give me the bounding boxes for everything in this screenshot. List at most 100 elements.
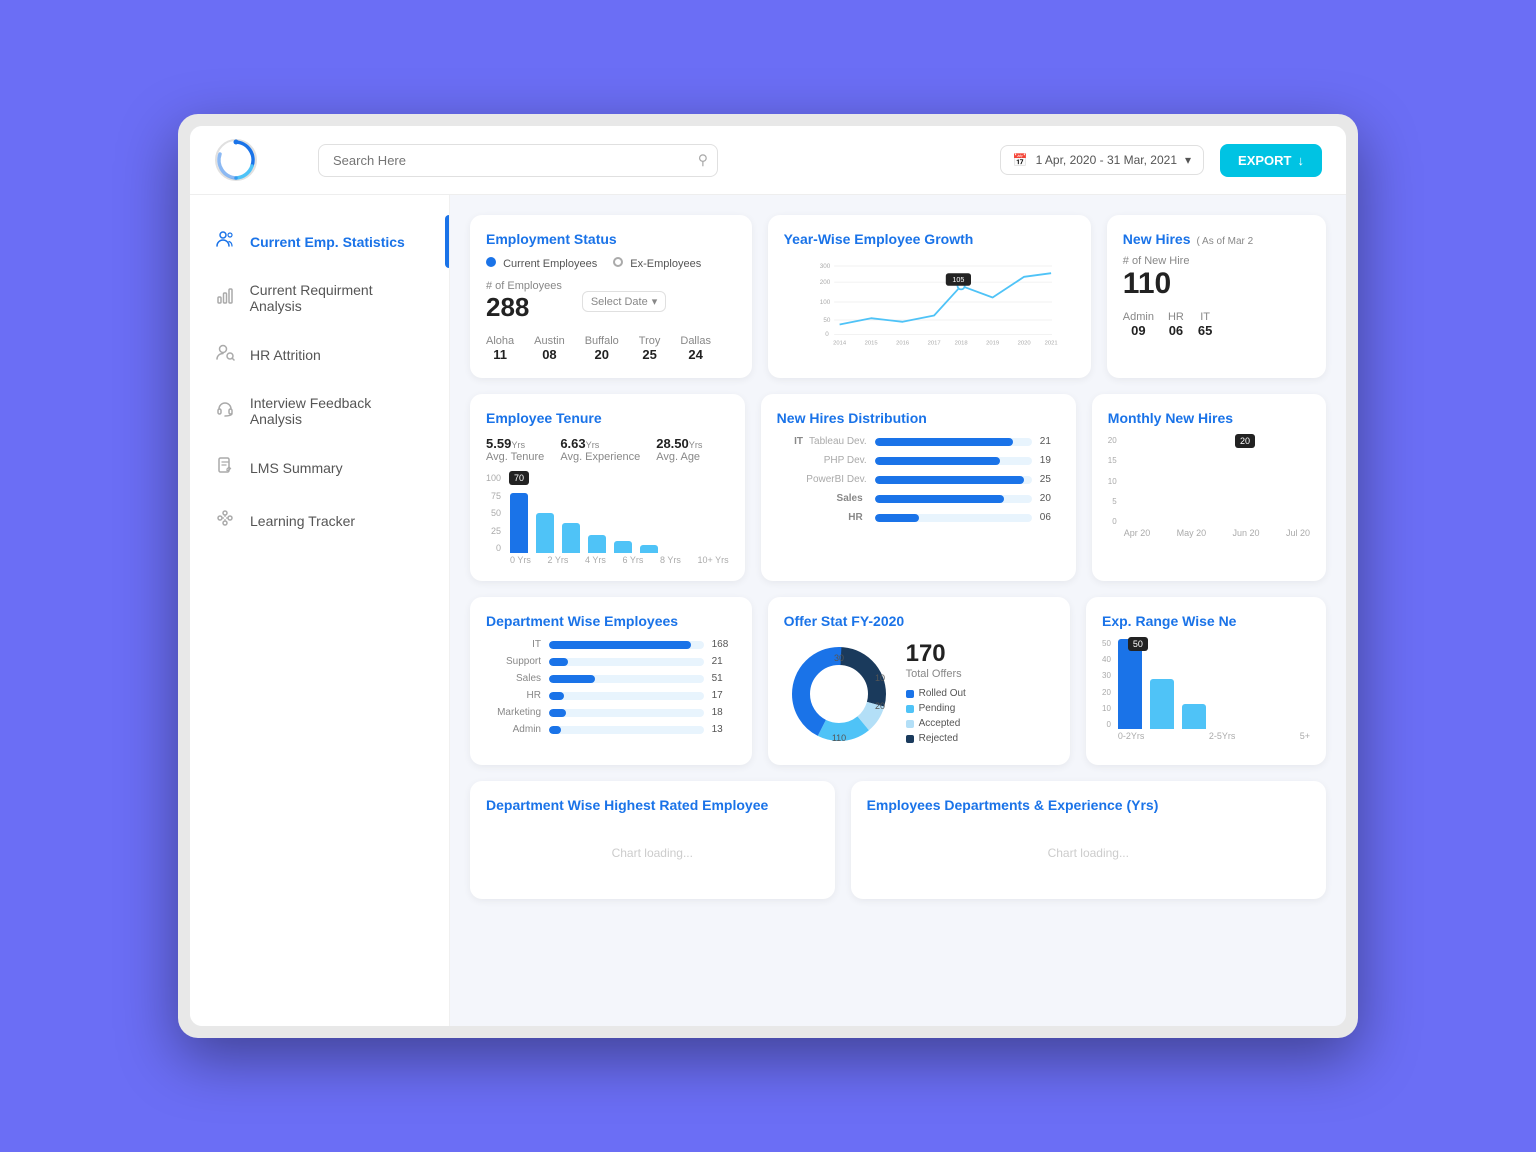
document-edit-icon (214, 455, 236, 480)
tenure-bar-col: 70 (510, 493, 528, 553)
tenure-bar (588, 535, 606, 553)
city-row: Aloha 11 Austin 08 Buffalo 20 (486, 335, 736, 362)
exp-range-card: Exp. Range Wise Ne 50403020100 50 (1086, 597, 1326, 765)
total-offers-label: Total Offers (906, 668, 966, 680)
device-frame: ⚲ 📅 1 Apr, 2020 - 31 Mar, 2021 ▾ EXPORT … (178, 114, 1358, 1038)
exp-y-axis: 50403020100 (1102, 639, 1114, 729)
svg-text:110: 110 (831, 733, 845, 743)
current-employees-legend: Current Employees (486, 257, 597, 270)
new-hires-as-of: ( As of Mar 2 (1197, 236, 1254, 247)
bar-chart-wrap: 70 0 Yrs2 Yrs4 Yrs6 Yrs8 Yrs10+ Yrs (510, 473, 729, 565)
tenure-avg: 5.59Yrs Avg. Tenure (486, 436, 544, 463)
dept-admin: Admin 09 (1123, 311, 1154, 338)
tracker-icon (214, 508, 236, 533)
donut-wrap: 30 10 20 110 170 Total Offers (784, 639, 1054, 749)
growth-chart: 300 200 100 50 0 (784, 257, 1075, 347)
exp-tooltip: 50 (1128, 637, 1148, 651)
chart-bar-icon (214, 286, 236, 311)
svg-text:30: 30 (834, 653, 844, 663)
dist-val: 25 (1040, 474, 1060, 485)
monthly-x-axis: Apr 20May 20Jun 20Jul 20 (1124, 528, 1310, 538)
horiz-fill (549, 692, 564, 700)
svg-text:2017: 2017 (927, 340, 940, 346)
svg-text:2015: 2015 (864, 340, 877, 346)
dist-bar-row: PHP Dev.19 (777, 455, 1060, 466)
new-hires-card: New Hires ( As of Mar 2 # of New Hire 11… (1107, 215, 1326, 378)
new-hires-title: New Hires (1123, 231, 1191, 247)
horiz-val: 13 (712, 724, 736, 735)
employee-count-label: # of Employees (486, 280, 562, 292)
sidebar-item-lms-summary[interactable]: LMS Summary (190, 441, 449, 494)
legend-rolled: Rolled Out (906, 688, 966, 699)
emp-dept-card: Employees Departments & Experience (Yrs)… (851, 781, 1326, 899)
svg-text:50: 50 (823, 317, 831, 324)
exp-bar-2 (1150, 679, 1174, 729)
dist-bar-row: HR06 (777, 512, 1060, 523)
y-axis: 1007550250 (486, 473, 504, 553)
exp-bar-3 (1182, 704, 1206, 729)
horiz-label: IT (486, 639, 541, 650)
horiz-label: Admin (486, 724, 541, 735)
horiz-track (549, 675, 704, 683)
svg-text:10: 10 (875, 673, 885, 683)
exp-bar-col-1 (1118, 639, 1142, 729)
city-buffalo: Buffalo 20 (585, 335, 619, 362)
legend-row: Current Employees Ex-Employees (486, 257, 736, 270)
dropdown-arrow: ▾ (652, 295, 658, 308)
sidebar-item-label: LMS Summary (250, 460, 343, 476)
search-icon: ⚲ (698, 152, 708, 169)
monthly-bars-wrap: 20 Apr 20May 20Jun 20Jul 20 (1124, 436, 1310, 538)
svg-text:0: 0 (825, 331, 829, 338)
dept-rated-card: Department Wise Highest Rated Employee C… (470, 781, 835, 899)
date-picker[interactable]: 📅 1 Apr, 2020 - 31 Mar, 2021 ▾ (1000, 145, 1204, 175)
new-hires-dept-grid: Admin 09 HR 06 IT 65 (1123, 311, 1310, 338)
sidebar-item-label: Interview Feedback Analysis (250, 395, 425, 427)
dist-bar-list: ITTableau Dev.21PHP Dev.19PowerBI Dev.25… (777, 436, 1060, 523)
sidebar-item-current-req[interactable]: Current Requirment Analysis (190, 268, 449, 328)
screen: ⚲ 📅 1 Apr, 2020 - 31 Mar, 2021 ▾ EXPORT … (190, 126, 1346, 1026)
monthly-y-axis: 20151050 (1108, 436, 1120, 526)
dept-hr: HR 06 (1168, 311, 1184, 338)
offer-title: Offer Stat FY-2020 (784, 613, 1054, 629)
year-growth-card: Year-Wise Employee Growth 300 200 100 50… (768, 215, 1091, 378)
monthly-bars-chart: 20 (1124, 436, 1310, 526)
dept-rated-title: Department Wise Highest Rated Employee (486, 797, 819, 813)
chevron-down-icon: ▾ (1185, 153, 1191, 167)
employment-status-card: Employment Status Current Employees Ex-E… (470, 215, 752, 378)
growth-title: Year-Wise Employee Growth (784, 231, 1075, 247)
age-avg: 28.50Yrs Avg. Age (656, 436, 702, 463)
emp-status-title: Employment Status (486, 231, 736, 247)
dist-val: 21 (1040, 436, 1060, 447)
dist-bar-fill (875, 457, 1001, 465)
svg-text:20: 20 (875, 701, 885, 711)
row-2: Employee Tenure 5.59Yrs Avg. Tenure 6.63… (470, 394, 1326, 581)
exp-bar-1 (1118, 639, 1142, 729)
horiz-label: Marketing (486, 707, 541, 718)
dept-emp-title: Department Wise Employees (486, 613, 736, 629)
svg-text:2018: 2018 (954, 340, 967, 346)
total-offers-num: 170 (906, 640, 966, 668)
dist-bar-track (875, 476, 1032, 484)
tenure-stats: 5.59Yrs Avg. Tenure 6.63Yrs Avg. Experie… (486, 436, 729, 463)
main-layout: Current Emp. Statistics Current Requirme… (190, 195, 1346, 1026)
tenure-title: Employee Tenure (486, 410, 729, 426)
tenure-bar-col (614, 541, 632, 553)
sidebar: Current Emp. Statistics Current Requirme… (190, 195, 450, 1026)
sidebar-item-interview-feedback[interactable]: Interview Feedback Analysis (190, 381, 449, 441)
offer-donut-chart: 30 10 20 110 (784, 639, 894, 749)
sidebar-item-learning-tracker[interactable]: Learning Tracker (190, 494, 449, 547)
tenure-card: Employee Tenure 5.59Yrs Avg. Tenure 6.63… (470, 394, 745, 581)
tenure-x-axis: 0 Yrs2 Yrs4 Yrs6 Yrs8 Yrs10+ Yrs (510, 555, 729, 565)
search-input[interactable] (318, 144, 718, 177)
city-dallas: Dallas 24 (680, 335, 711, 362)
employee-count-group: # of Employees 288 (486, 280, 562, 323)
horiz-label: Sales (486, 673, 541, 684)
export-button[interactable]: EXPORT ↓ (1220, 144, 1322, 177)
sidebar-item-current-emp[interactable]: Current Emp. Statistics (190, 215, 449, 268)
sidebar-item-hr-attrition[interactable]: HR Attrition (190, 328, 449, 381)
exp-x-axis: 0-2Yrs2-5Yrs5+ (1118, 731, 1310, 741)
legend-pending: Pending (906, 703, 966, 714)
select-date-dropdown[interactable]: Select Date ▾ (582, 291, 666, 312)
row-4: Department Wise Highest Rated Employee C… (470, 781, 1326, 899)
exp-title: Exp. Range Wise Ne (1102, 613, 1310, 629)
